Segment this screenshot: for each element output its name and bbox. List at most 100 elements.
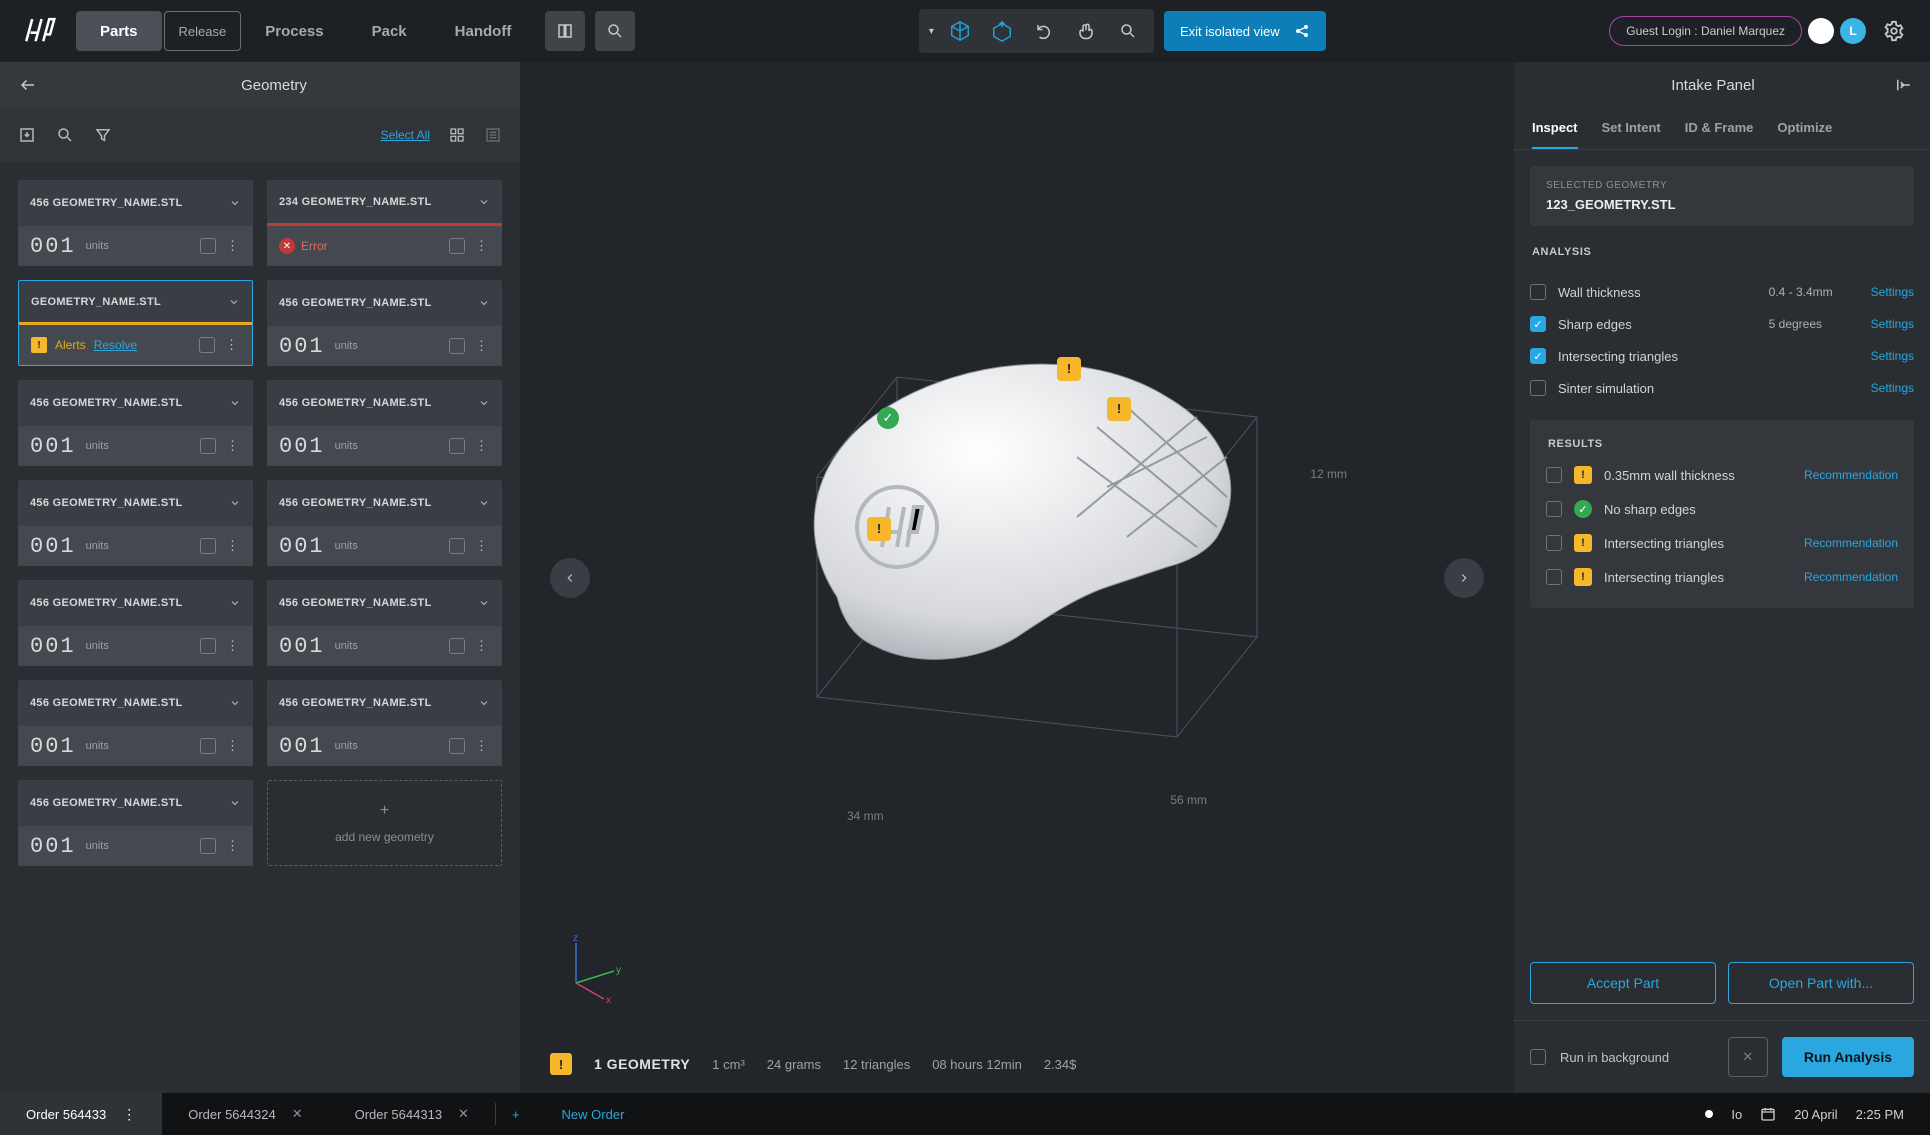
card-checkbox[interactable]	[200, 238, 216, 254]
chevron-down-icon[interactable]	[478, 597, 490, 609]
recommendation-link[interactable]: Recommendation	[1804, 468, 1898, 482]
chevron-down-icon[interactable]	[478, 697, 490, 709]
undo-icon[interactable]	[1028, 15, 1060, 47]
card-checkbox[interactable]	[200, 538, 216, 554]
card-checkbox[interactable]	[200, 738, 216, 754]
chevron-down-icon[interactable]	[229, 697, 241, 709]
run-analysis-button[interactable]: Run Analysis	[1782, 1037, 1914, 1077]
card-checkbox[interactable]	[200, 838, 216, 854]
card-more-icon[interactable]: ⋮	[224, 638, 241, 654]
analysis-checkbox[interactable]	[1530, 348, 1546, 364]
geometry-card[interactable]: 456 GEOMETRY_NAME.STL001units⋮	[18, 480, 253, 566]
card-more-icon[interactable]: ⋮	[473, 438, 490, 454]
geometry-card[interactable]: 456 GEOMETRY_NAME.STL001units⋮	[18, 680, 253, 766]
order-tab[interactable]: Order 5644324✕	[162, 1093, 328, 1135]
card-more-icon[interactable]: ⋮	[224, 238, 241, 254]
new-order-button[interactable]: New Order	[536, 1093, 651, 1135]
card-checkbox[interactable]	[199, 337, 215, 353]
viewport[interactable]: 12 mm 56 mm 34 mm z y x ! 1 G	[520, 62, 1514, 1093]
marker-warn-3[interactable]	[867, 517, 891, 541]
add-order-button[interactable]: +	[496, 1093, 536, 1135]
select-all-link[interactable]: Select All	[381, 128, 430, 142]
chevron-down-icon[interactable]	[229, 197, 241, 209]
chevron-down-icon[interactable]	[478, 297, 490, 309]
card-more-icon[interactable]: ⋮	[473, 638, 490, 654]
open-part-with-button[interactable]: Open Part with...	[1728, 962, 1914, 1004]
gear-icon[interactable]	[1876, 13, 1912, 49]
guest-login-pill[interactable]: Guest Login : Daniel Marquez	[1609, 16, 1802, 46]
tab-parts[interactable]: Parts	[76, 11, 162, 51]
chevron-down-icon[interactable]	[229, 797, 241, 809]
geometry-card[interactable]: GEOMETRY_NAME.STL!AlertsResolve⋮	[18, 280, 253, 366]
geometry-card[interactable]: 456 GEOMETRY_NAME.STL001units⋮	[18, 180, 253, 266]
tab-handoff[interactable]: Handoff	[431, 11, 536, 51]
chevron-down-icon[interactable]	[228, 296, 240, 308]
add-geometry-card[interactable]: +add new geometry	[267, 780, 502, 866]
recommendation-link[interactable]: Recommendation	[1804, 536, 1898, 550]
rp-tab-inspect[interactable]: Inspect	[1532, 108, 1578, 149]
order-tab[interactable]: Order 564433⋮	[0, 1093, 162, 1135]
geometry-card[interactable]: 456 GEOMETRY_NAME.STL001units⋮	[267, 680, 502, 766]
marker-ok[interactable]	[877, 407, 899, 429]
card-checkbox[interactable]	[449, 638, 465, 654]
avatar-2[interactable]: L	[1840, 18, 1866, 44]
card-more-icon[interactable]: ⋮	[473, 538, 490, 554]
analysis-checkbox[interactable]	[1530, 380, 1546, 396]
tab-more-icon[interactable]: ⋮	[122, 1106, 136, 1123]
axis-gizmo[interactable]: z y x	[556, 933, 626, 1003]
chevron-down-icon[interactable]	[229, 497, 241, 509]
prev-part-button[interactable]	[550, 558, 590, 598]
rp-tab-optimize[interactable]: Optimize	[1777, 108, 1832, 149]
chevron-down-icon[interactable]	[229, 597, 241, 609]
result-checkbox[interactable]	[1546, 535, 1562, 551]
order-tab[interactable]: Order 5644313✕	[329, 1093, 495, 1135]
marker-warn-1[interactable]	[1057, 357, 1081, 381]
filter-icon[interactable]	[94, 126, 112, 144]
marker-warn-2[interactable]	[1107, 397, 1131, 421]
tab-pack[interactable]: Pack	[348, 11, 431, 51]
result-checkbox[interactable]	[1546, 467, 1562, 483]
collapse-icon[interactable]	[1894, 76, 1912, 94]
rp-tab-id-frame[interactable]: ID & Frame	[1685, 108, 1754, 149]
geometry-card[interactable]: 456 GEOMETRY_NAME.STL001units⋮	[18, 580, 253, 666]
grid-view-icon[interactable]	[448, 126, 466, 144]
chevron-down-icon[interactable]	[478, 397, 490, 409]
chevron-down-icon[interactable]	[229, 397, 241, 409]
analysis-settings-link[interactable]: Settings	[1871, 349, 1914, 363]
book-icon[interactable]	[545, 11, 585, 51]
analysis-settings-link[interactable]: Settings	[1871, 381, 1914, 395]
avatar-1[interactable]	[1808, 18, 1834, 44]
analysis-settings-link[interactable]: Settings	[1871, 317, 1914, 331]
search-left-icon[interactable]	[56, 126, 74, 144]
run-bg-checkbox[interactable]	[1530, 1049, 1546, 1065]
card-more-icon[interactable]: ⋮	[224, 838, 241, 854]
geometry-card[interactable]: 234 GEOMETRY_NAME.STL✕Error⋮	[267, 180, 502, 266]
card-checkbox[interactable]	[449, 738, 465, 754]
chevron-down-icon[interactable]	[478, 196, 490, 208]
cube-view-icon[interactable]	[944, 15, 976, 47]
geometry-card[interactable]: 456 GEOMETRY_NAME.STL001units⋮	[267, 280, 502, 366]
list-view-icon[interactable]	[484, 126, 502, 144]
cube-upload-icon[interactable]	[986, 15, 1018, 47]
zoom-icon[interactable]	[1112, 15, 1144, 47]
chevron-down-icon[interactable]	[478, 497, 490, 509]
card-more-icon[interactable]: ⋮	[473, 738, 490, 754]
close-icon[interactable]: ✕	[458, 1106, 469, 1122]
card-checkbox[interactable]	[200, 438, 216, 454]
analysis-settings-link[interactable]: Settings	[1871, 285, 1914, 299]
geometry-card[interactable]: 456 GEOMETRY_NAME.STL001units⋮	[267, 380, 502, 466]
card-checkbox[interactable]	[200, 638, 216, 654]
accept-part-button[interactable]: Accept Part	[1530, 962, 1716, 1004]
card-checkbox[interactable]	[449, 238, 465, 254]
card-more-icon[interactable]: ⋮	[223, 337, 240, 353]
exit-isolated-view-button[interactable]: Exit isolated view	[1164, 11, 1326, 51]
geometry-card[interactable]: 456 GEOMETRY_NAME.STL001units⋮	[267, 480, 502, 566]
search-icon[interactable]	[595, 11, 635, 51]
recommendation-link[interactable]: Recommendation	[1804, 570, 1898, 584]
rp-tab-set-intent[interactable]: Set Intent	[1602, 108, 1661, 149]
analysis-checkbox[interactable]	[1530, 316, 1546, 332]
geometry-card[interactable]: 456 GEOMETRY_NAME.STL001units⋮	[18, 780, 253, 866]
back-icon[interactable]	[14, 71, 42, 99]
card-checkbox[interactable]	[449, 538, 465, 554]
result-checkbox[interactable]	[1546, 569, 1562, 585]
